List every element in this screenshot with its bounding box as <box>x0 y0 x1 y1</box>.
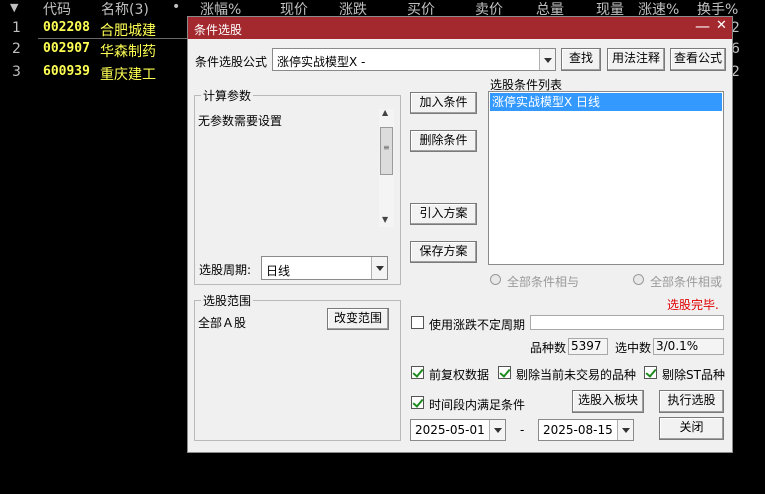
sort-arrow-icon[interactable]: ▼ <box>10 1 18 14</box>
row-index: 1 <box>12 20 21 36</box>
params-text: 无参数需要设置 <box>198 114 283 128</box>
timerange-label: 时间段内满足条件 <box>429 398 526 412</box>
condition-stock-dialog: 条件选股 — ✕ 条件选股公式 涨停实战模型X - 查找 用法注释 查看公式 计… <box>187 16 733 453</box>
date-separator: - <box>520 423 525 437</box>
scope-group-label: 选股范围 <box>201 292 254 309</box>
usage-button[interactable]: 用法注释 <box>607 48 665 71</box>
stock-name: 重庆建工 <box>100 67 156 83</box>
delete-condition-button[interactable]: 删除条件 <box>410 130 477 152</box>
date-from-select[interactable]: 2025-05-01 <box>410 419 506 441</box>
stock-name: 合肥城建 <box>100 23 156 39</box>
scroll-down-icon[interactable]: ▼ <box>382 215 388 224</box>
use-period-label: 使用涨跌不定周期 <box>429 318 526 332</box>
period-value: 日线 <box>266 264 291 278</box>
st-label: 剔除ST品种 <box>662 368 725 382</box>
find-button[interactable]: 查找 <box>561 48 601 71</box>
row-index: 2 <box>12 41 21 57</box>
period-label: 选股周期: <box>199 263 252 277</box>
dialog-title: 条件选股 <box>194 23 243 37</box>
status-text: 选股完毕. <box>667 298 719 312</box>
col-dot: • <box>172 0 181 15</box>
scroll-thumb[interactable]: ≡ <box>380 127 393 175</box>
date-to-value: 2025-08-15 <box>543 423 613 437</box>
save-plan-button[interactable]: 保存方案 <box>410 241 477 263</box>
period-select[interactable]: 日线 <box>261 256 388 280</box>
close-icon[interactable]: ✕ <box>716 18 727 33</box>
execute-button[interactable]: 执行选股 <box>659 390 724 413</box>
import-plan-button[interactable]: 引入方案 <box>410 203 477 225</box>
adjust-checkbox[interactable] <box>411 366 424 379</box>
conditions-list[interactable]: 涨停实战模型X 日线 <box>488 91 724 265</box>
timerange-checkbox[interactable] <box>411 396 424 409</box>
chevron-down-icon[interactable] <box>489 420 505 440</box>
count-value: 5397 <box>568 338 608 355</box>
radio-and-label: 全部条件相与 <box>507 275 580 289</box>
params-scrollbar[interactable]: ▲ ≡ ▼ <box>379 108 394 227</box>
stock-code: 600939 <box>43 64 90 79</box>
close-button[interactable]: 关闭 <box>659 417 724 440</box>
selected-value: 3/0.1% <box>653 338 724 355</box>
dialog-title-bar[interactable]: 条件选股 — ✕ <box>188 17 732 39</box>
formula-select[interactable]: 涨停实战模型X - <box>272 48 556 71</box>
chevron-down-icon[interactable] <box>617 420 633 440</box>
use-period-checkbox[interactable] <box>411 316 424 329</box>
period-input[interactable] <box>530 315 724 330</box>
date-from-value: 2025-05-01 <box>415 423 485 437</box>
params-group-label: 计算参数 <box>201 87 254 104</box>
stock-code: 002208 <box>43 20 90 35</box>
radio-or-label: 全部条件相或 <box>650 275 723 289</box>
chevron-down-icon[interactable] <box>371 257 387 279</box>
formula-label: 条件选股公式 <box>195 55 268 69</box>
add-condition-button[interactable]: 加入条件 <box>410 92 477 114</box>
count-label: 品种数 <box>530 341 567 355</box>
view-formula-button[interactable]: 查看公式 <box>670 48 726 71</box>
selected-label: 选中数 <box>615 341 652 355</box>
date-to-select[interactable]: 2025-08-15 <box>538 419 634 441</box>
radio-or[interactable] <box>633 274 644 285</box>
st-checkbox[interactable] <box>644 366 657 379</box>
untraded-checkbox[interactable] <box>498 366 511 379</box>
stock-name: 华森制药 <box>100 44 156 60</box>
radio-and[interactable] <box>490 274 501 285</box>
stock-code: 002907 <box>43 41 90 56</box>
change-scope-button[interactable]: 改变范围 <box>327 308 389 330</box>
quote-table-header: ▼ 代码 名称(3) • 涨幅% 现价 涨跌 买价 卖价 总量 现量 涨速% 换… <box>0 0 765 19</box>
to-block-button[interactable]: 选股入板块 <box>572 390 644 413</box>
scroll-up-icon[interactable]: ▲ <box>382 108 388 117</box>
untraded-label: 剔除当前未交易的品种 <box>516 368 637 382</box>
chevron-down-icon[interactable] <box>539 49 555 70</box>
col-name[interactable]: 名称(3) <box>101 0 149 19</box>
grip-icon: ≡ <box>383 143 390 152</box>
minimize-icon[interactable]: — <box>695 17 710 35</box>
list-item[interactable]: 涨停实战模型X 日线 <box>490 93 722 111</box>
adjust-label: 前复权数据 <box>429 368 490 382</box>
formula-value: 涨停实战模型X - <box>277 55 366 69</box>
row-index: 3 <box>12 64 21 80</box>
scope-value: 全部Ａ股 <box>198 316 247 330</box>
col-code[interactable]: 代码 <box>43 0 71 19</box>
